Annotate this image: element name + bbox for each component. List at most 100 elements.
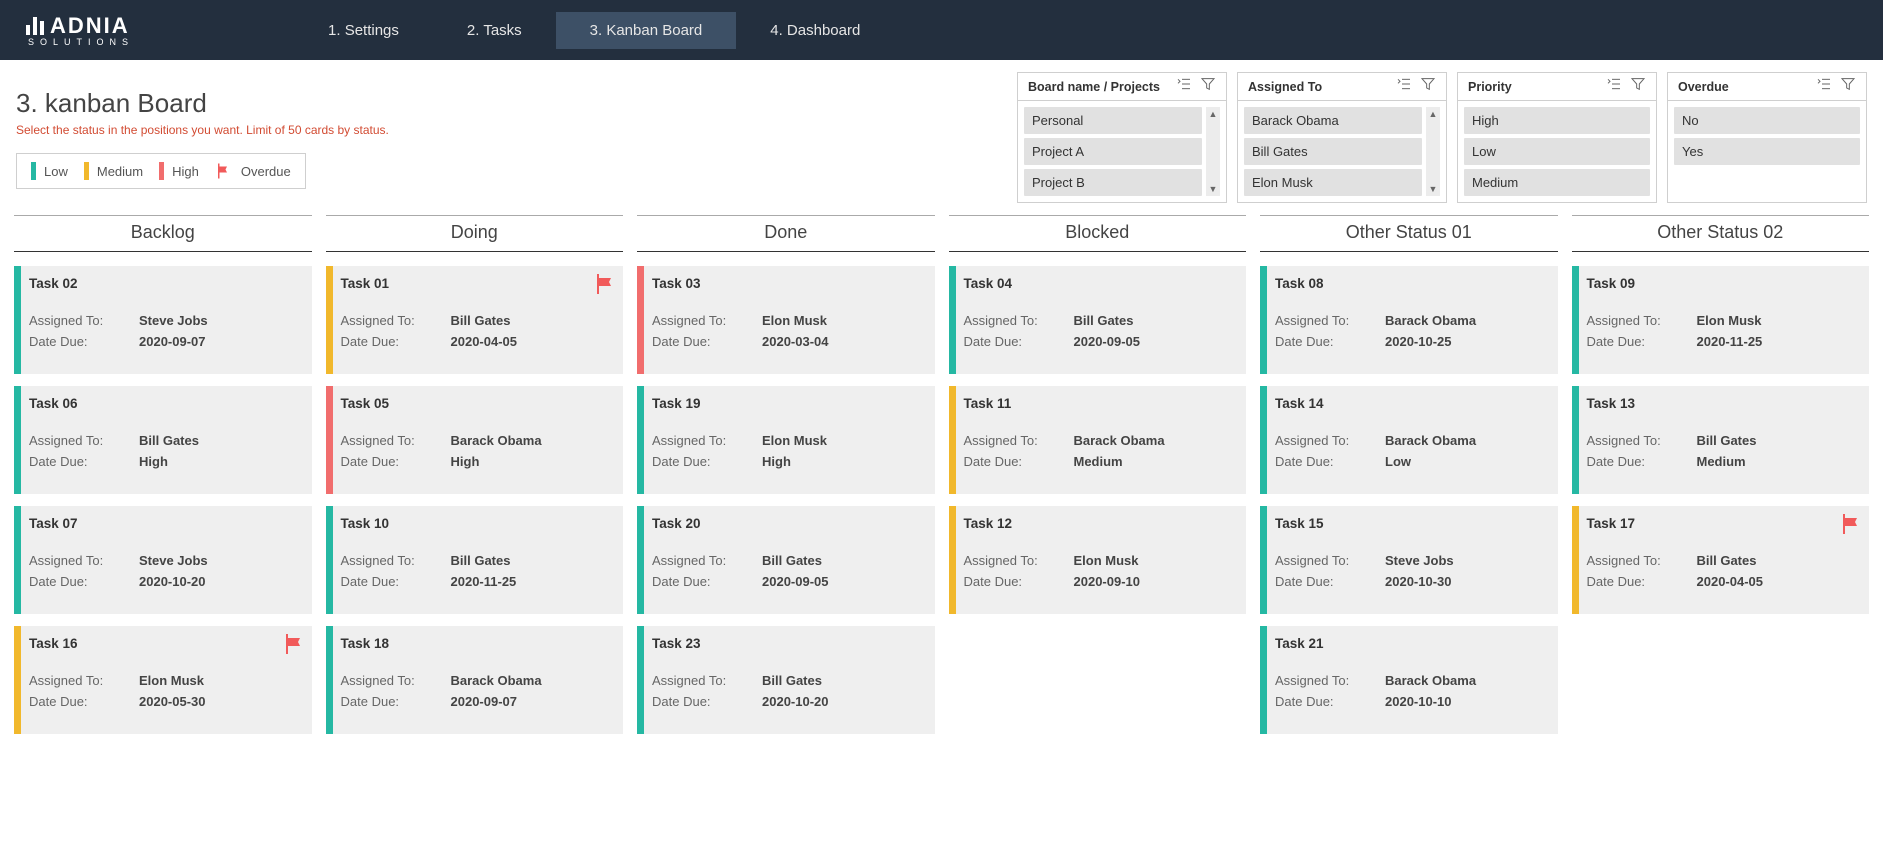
card-title: Task 07: [29, 516, 300, 531]
assigned-value: Elon Musk: [762, 313, 827, 328]
priority-stripe: [326, 386, 333, 494]
assigned-label: Assigned To:: [29, 313, 139, 328]
kanban-card[interactable]: Task 16 Assigned To:Elon Musk Date Due:2…: [14, 626, 312, 734]
priority-stripe: [326, 266, 333, 374]
kanban-card[interactable]: Task 13 Assigned To:Bill Gates Date Due:…: [1572, 386, 1870, 494]
filter-item[interactable]: Project B: [1024, 169, 1202, 196]
due-value: 2020-09-10: [1074, 574, 1141, 589]
flag-icon: [215, 162, 233, 180]
scroll-down-icon[interactable]: ▼: [1209, 182, 1218, 196]
kanban-card[interactable]: Task 05 Assigned To:Barack Obama Date Du…: [326, 386, 624, 494]
nav-tab[interactable]: 3. Kanban Board: [556, 12, 737, 49]
logo-text: ADNIA: [50, 13, 130, 39]
scrollbar[interactable]: ▲▼: [1426, 107, 1440, 196]
filter-title: Priority: [1468, 80, 1598, 94]
scroll-up-icon[interactable]: ▲: [1209, 107, 1218, 121]
filter-item[interactable]: Low: [1464, 138, 1650, 165]
column-header: Other Status 01: [1260, 215, 1558, 252]
filter-item[interactable]: Yes: [1674, 138, 1860, 165]
kanban-card[interactable]: Task 19 Assigned To:Elon Musk Date Due:H…: [637, 386, 935, 494]
kanban-card[interactable]: Task 20 Assigned To:Bill Gates Date Due:…: [637, 506, 935, 614]
clear-filter-icon[interactable]: [1840, 76, 1856, 97]
kanban-card[interactable]: Task 10 Assigned To:Bill Gates Date Due:…: [326, 506, 624, 614]
priority-stripe: [326, 506, 333, 614]
due-label: Date Due:: [1587, 334, 1697, 349]
kanban-card[interactable]: Task 06 Assigned To:Bill Gates Date Due:…: [14, 386, 312, 494]
nav-tabs: 1. Settings2. Tasks3. Kanban Board4. Das…: [294, 12, 894, 49]
due-value: High: [139, 454, 168, 469]
assigned-value: Barack Obama: [1385, 673, 1476, 688]
priority-stripe: [1260, 626, 1267, 734]
page-title: 3. kanban Board: [16, 88, 389, 119]
card-title: Task 06: [29, 396, 300, 411]
assigned-label: Assigned To:: [652, 673, 762, 688]
assigned-label: Assigned To:: [29, 433, 139, 448]
clear-filter-icon[interactable]: [1420, 76, 1436, 97]
kanban-card[interactable]: Task 07 Assigned To:Steve Jobs Date Due:…: [14, 506, 312, 614]
nav-tab[interactable]: 2. Tasks: [433, 12, 556, 49]
assigned-value: Barack Obama: [451, 433, 542, 448]
card-title: Task 12: [964, 516, 1235, 531]
assigned-label: Assigned To:: [29, 553, 139, 568]
filter-item[interactable]: Personal: [1024, 107, 1202, 134]
kanban-card[interactable]: Task 11 Assigned To:Barack Obama Date Du…: [949, 386, 1247, 494]
nav-tab[interactable]: 4. Dashboard: [736, 12, 894, 49]
kanban-card[interactable]: Task 04 Assigned To:Bill Gates Date Due:…: [949, 266, 1247, 374]
multiselect-icon[interactable]: [1606, 76, 1622, 97]
kanban-card[interactable]: Task 02 Assigned To:Steve Jobs Date Due:…: [14, 266, 312, 374]
kanban-card[interactable]: Task 17 Assigned To:Bill Gates Date Due:…: [1572, 506, 1870, 614]
filter-item[interactable]: Bill Gates: [1244, 138, 1422, 165]
card-title: Task 03: [652, 276, 923, 291]
due-label: Date Due:: [29, 334, 139, 349]
due-label: Date Due:: [341, 454, 451, 469]
kanban-card[interactable]: Task 09 Assigned To:Elon Musk Date Due:2…: [1572, 266, 1870, 374]
assigned-label: Assigned To:: [964, 433, 1074, 448]
filter-item[interactable]: No: [1674, 107, 1860, 134]
filter-item[interactable]: High: [1464, 107, 1650, 134]
card-title: Task 16: [29, 636, 300, 651]
logo: ADNIA SOLUTIONS: [26, 13, 134, 47]
assigned-label: Assigned To:: [964, 553, 1074, 568]
kanban-card[interactable]: Task 14 Assigned To:Barack Obama Date Du…: [1260, 386, 1558, 494]
multiselect-icon[interactable]: [1176, 76, 1192, 97]
filter-item[interactable]: Project A: [1024, 138, 1202, 165]
column-header: Blocked: [949, 215, 1247, 252]
assigned-label: Assigned To:: [652, 553, 762, 568]
logo-icon: [26, 17, 44, 35]
filter-item[interactable]: Barack Obama: [1244, 107, 1422, 134]
filter-item[interactable]: Medium: [1464, 169, 1650, 196]
scroll-down-icon[interactable]: ▼: [1429, 182, 1438, 196]
kanban-card[interactable]: Task 03 Assigned To:Elon Musk Date Due:2…: [637, 266, 935, 374]
page-header: 3. kanban Board Select the status in the…: [0, 60, 1883, 209]
legend-low-label: Low: [44, 164, 68, 179]
scrollbar[interactable]: ▲▼: [1206, 107, 1220, 196]
assigned-label: Assigned To:: [341, 313, 451, 328]
card-title: Task 08: [1275, 276, 1546, 291]
kanban-card[interactable]: Task 18 Assigned To:Barack Obama Date Du…: [326, 626, 624, 734]
assigned-value: Barack Obama: [451, 673, 542, 688]
kanban-card[interactable]: Task 15 Assigned To:Steve Jobs Date Due:…: [1260, 506, 1558, 614]
nav-tab[interactable]: 1. Settings: [294, 12, 433, 49]
due-value: 2020-10-25: [1385, 334, 1452, 349]
multiselect-icon[interactable]: [1816, 76, 1832, 97]
kanban-card[interactable]: Task 08 Assigned To:Barack Obama Date Du…: [1260, 266, 1558, 374]
scroll-up-icon[interactable]: ▲: [1429, 107, 1438, 121]
priority-stripe: [1572, 506, 1579, 614]
multiselect-icon[interactable]: [1396, 76, 1412, 97]
clear-filter-icon[interactable]: [1200, 76, 1216, 97]
kanban-card[interactable]: Task 12 Assigned To:Elon Musk Date Due:2…: [949, 506, 1247, 614]
clear-filter-icon[interactable]: [1630, 76, 1646, 97]
assigned-value: Bill Gates: [451, 313, 511, 328]
filter-item[interactable]: Elon Musk: [1244, 169, 1422, 196]
due-label: Date Due:: [964, 334, 1074, 349]
kanban-card[interactable]: Task 21 Assigned To:Barack Obama Date Du…: [1260, 626, 1558, 734]
overdue-flag-icon: [1839, 512, 1863, 541]
due-value: 2020-11-25: [451, 574, 517, 589]
card-title: Task 04: [964, 276, 1235, 291]
kanban-card[interactable]: Task 01 Assigned To:Bill Gates Date Due:…: [326, 266, 624, 374]
priority-stripe: [637, 626, 644, 734]
assigned-value: Steve Jobs: [139, 553, 208, 568]
priority-stripe: [1260, 506, 1267, 614]
due-label: Date Due:: [1275, 454, 1385, 469]
kanban-card[interactable]: Task 23 Assigned To:Bill Gates Date Due:…: [637, 626, 935, 734]
